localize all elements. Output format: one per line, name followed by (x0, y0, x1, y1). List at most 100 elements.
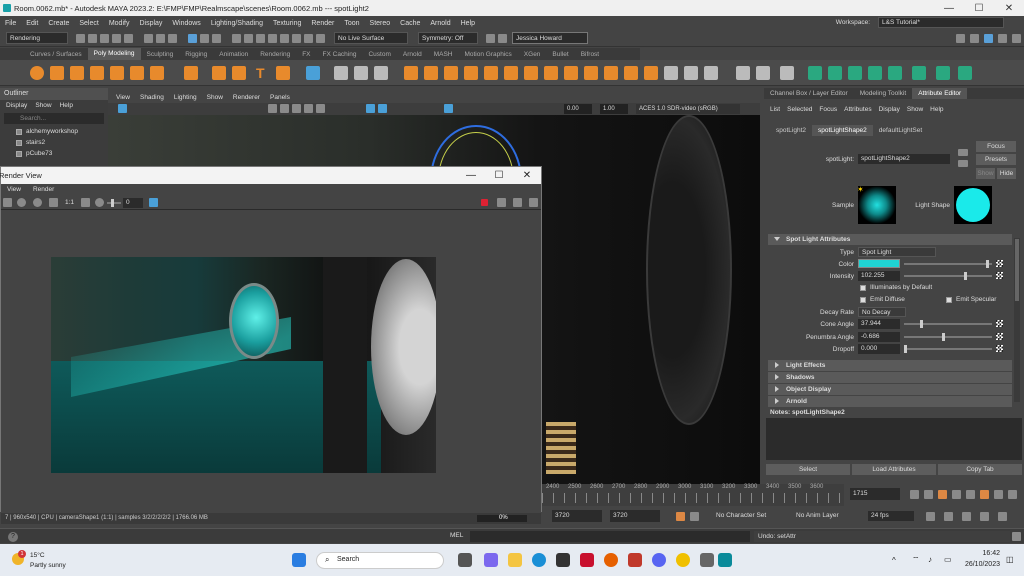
menu-lighting-shading[interactable]: Lighting/Shading (206, 20, 268, 27)
taskbar-search-box[interactable]: ⌕ Search (316, 552, 444, 569)
platonic-solid-icon[interactable] (184, 66, 198, 80)
redo-icon[interactable] (124, 34, 133, 43)
volume-icon[interactable]: ♪ (928, 555, 932, 564)
tool-settings-icon[interactable] (998, 34, 1007, 43)
focus-button[interactable]: Focus (976, 141, 1016, 152)
step-forward-frame-icon[interactable] (980, 490, 989, 499)
task-view-icon[interactable] (458, 553, 472, 567)
notifications-icon[interactable]: ◫ (1006, 555, 1014, 564)
grid-toggle-icon[interactable] (268, 104, 277, 113)
auto-key-icon[interactable] (676, 512, 685, 521)
settings-gear-icon[interactable] (529, 198, 538, 207)
sound-icon[interactable] (962, 512, 971, 521)
history-icon[interactable] (232, 34, 241, 43)
shelf-tab-curves[interactable]: Curves / Surfaces (24, 51, 88, 58)
select-tool-icon[interactable] (144, 34, 153, 43)
lights-icon[interactable] (316, 104, 325, 113)
symmetry-dropdown[interactable]: Symmetry: Off (418, 32, 478, 44)
menu-modify[interactable]: Modify (104, 20, 135, 27)
uv-automatic-icon[interactable] (868, 66, 882, 80)
vp-menu-panels[interactable]: Panels (270, 92, 290, 103)
uv-editor-icon[interactable] (912, 66, 926, 80)
weather-desc[interactable]: Partly sunny (30, 562, 66, 569)
workspace-dropdown[interactable]: L&S Tutorial* (878, 17, 1004, 28)
colorspace-dropdown[interactable]: ACES 1.0 SDR-video (sRGB) (636, 104, 740, 114)
menu-stereo[interactable]: Stereo (365, 20, 396, 27)
bridge-icon[interactable] (424, 66, 438, 80)
save-scene-icon[interactable] (100, 34, 109, 43)
poly-cylinder-icon[interactable] (70, 66, 84, 80)
ae-menu-help[interactable]: Help (930, 104, 943, 115)
illuminates-default-checkbox[interactable] (860, 285, 866, 291)
menu-select[interactable]: Select (74, 20, 103, 27)
outliner-toggle-icon[interactable] (1012, 34, 1021, 43)
shelf-tab-animation[interactable]: Animation (213, 51, 254, 58)
dropoff-slider[interactable] (904, 345, 992, 353)
channels-icon[interactable] (81, 198, 90, 207)
construction-history-icon[interactable] (292, 34, 301, 43)
shelf-tab-sculpting[interactable]: Sculpting (141, 51, 180, 58)
battery-icon[interactable]: ▭ (944, 555, 952, 564)
uv-planar-icon[interactable] (808, 66, 822, 80)
ae-menu-show[interactable]: Show (907, 104, 923, 115)
poly-torus-icon[interactable] (110, 66, 124, 80)
super-shape-icon[interactable] (212, 66, 226, 80)
menu-toon[interactable]: Toon (339, 20, 364, 27)
weather-temp[interactable]: 15°C (30, 552, 45, 559)
cut-uvs-icon[interactable] (780, 66, 794, 80)
render-view-icon[interactable] (486, 34, 495, 43)
shelf-tab-arnold[interactable]: Arnold (397, 51, 428, 58)
gamma-field[interactable]: 1.00 (600, 104, 628, 114)
xray-icon[interactable] (378, 104, 387, 113)
sculpt-brush-icon[interactable] (756, 66, 770, 80)
go-to-end-icon[interactable] (1008, 490, 1017, 499)
close-button[interactable]: ✕ (994, 3, 1024, 14)
windows-start-icon[interactable] (292, 553, 306, 567)
separate-icon[interactable] (354, 66, 368, 80)
emit-specular-checkbox[interactable] (946, 297, 952, 303)
dropoff-field[interactable]: 0.000 (858, 344, 900, 354)
vp-menu-show[interactable]: Show (207, 92, 223, 103)
rv-menu-render[interactable]: Render (33, 184, 54, 196)
intensity-field[interactable]: 102.255 (858, 271, 900, 281)
section-light-effects[interactable]: Light Effects (768, 360, 1012, 371)
discord-icon[interactable] (652, 553, 666, 567)
penumbra-map-button-icon[interactable] (996, 333, 1003, 340)
input-connection-icon[interactable] (958, 149, 968, 156)
penumbra-angle-field[interactable]: -0.686 (858, 332, 900, 342)
magnet-icon[interactable] (244, 34, 253, 43)
region-render-icon[interactable] (33, 198, 42, 207)
exposure-icon[interactable] (444, 104, 453, 113)
menu-display[interactable]: Display (134, 20, 167, 27)
play-forwards-icon[interactable] (966, 490, 975, 499)
output-connection-icon[interactable] (958, 160, 968, 167)
wifi-icon[interactable]: ⌔ (912, 555, 920, 565)
cache-playback-icon[interactable] (944, 512, 953, 521)
append-icon[interactable] (464, 66, 478, 80)
cone-angle-field[interactable]: 37.944 (858, 319, 900, 329)
bevel-icon[interactable] (404, 66, 418, 80)
clock-time[interactable]: 16:42 (966, 550, 1000, 557)
outliner-menu-show[interactable]: Show (35, 100, 51, 111)
app-icon[interactable] (700, 553, 714, 567)
snap-live-icon[interactable] (268, 34, 277, 43)
live-surface-field[interactable]: No Live Surface (334, 32, 408, 44)
insert-edge-loop-icon[interactable] (624, 66, 638, 80)
intensity-map-button-icon[interactable] (996, 272, 1003, 279)
poly-cube-icon[interactable] (50, 66, 64, 80)
shelf-tab-poly-modeling[interactable]: Poly Modeling (87, 48, 141, 60)
edge-browser-icon[interactable] (532, 553, 546, 567)
shelf-tab-rigging[interactable]: Rigging (179, 51, 213, 58)
smooth-shade-icon[interactable] (292, 104, 301, 113)
rv-minimize-button[interactable]: — (457, 167, 485, 184)
section-shadows[interactable]: Shadows (768, 372, 1012, 383)
menu-windows[interactable]: Windows (167, 20, 205, 27)
paint-select-icon[interactable] (168, 34, 177, 43)
start-frame-field[interactable]: 3720 (552, 510, 602, 522)
poly-disc-icon[interactable] (150, 66, 164, 80)
attribute-editor-toggle-icon[interactable] (970, 34, 979, 43)
section-object-display[interactable]: Object Display (768, 384, 1012, 395)
intensity-slider[interactable] (904, 272, 992, 280)
fps-dropdown[interactable]: 24 fps (868, 511, 914, 521)
node-tab-spotlightshape[interactable]: spotLightShape2 (812, 125, 873, 136)
